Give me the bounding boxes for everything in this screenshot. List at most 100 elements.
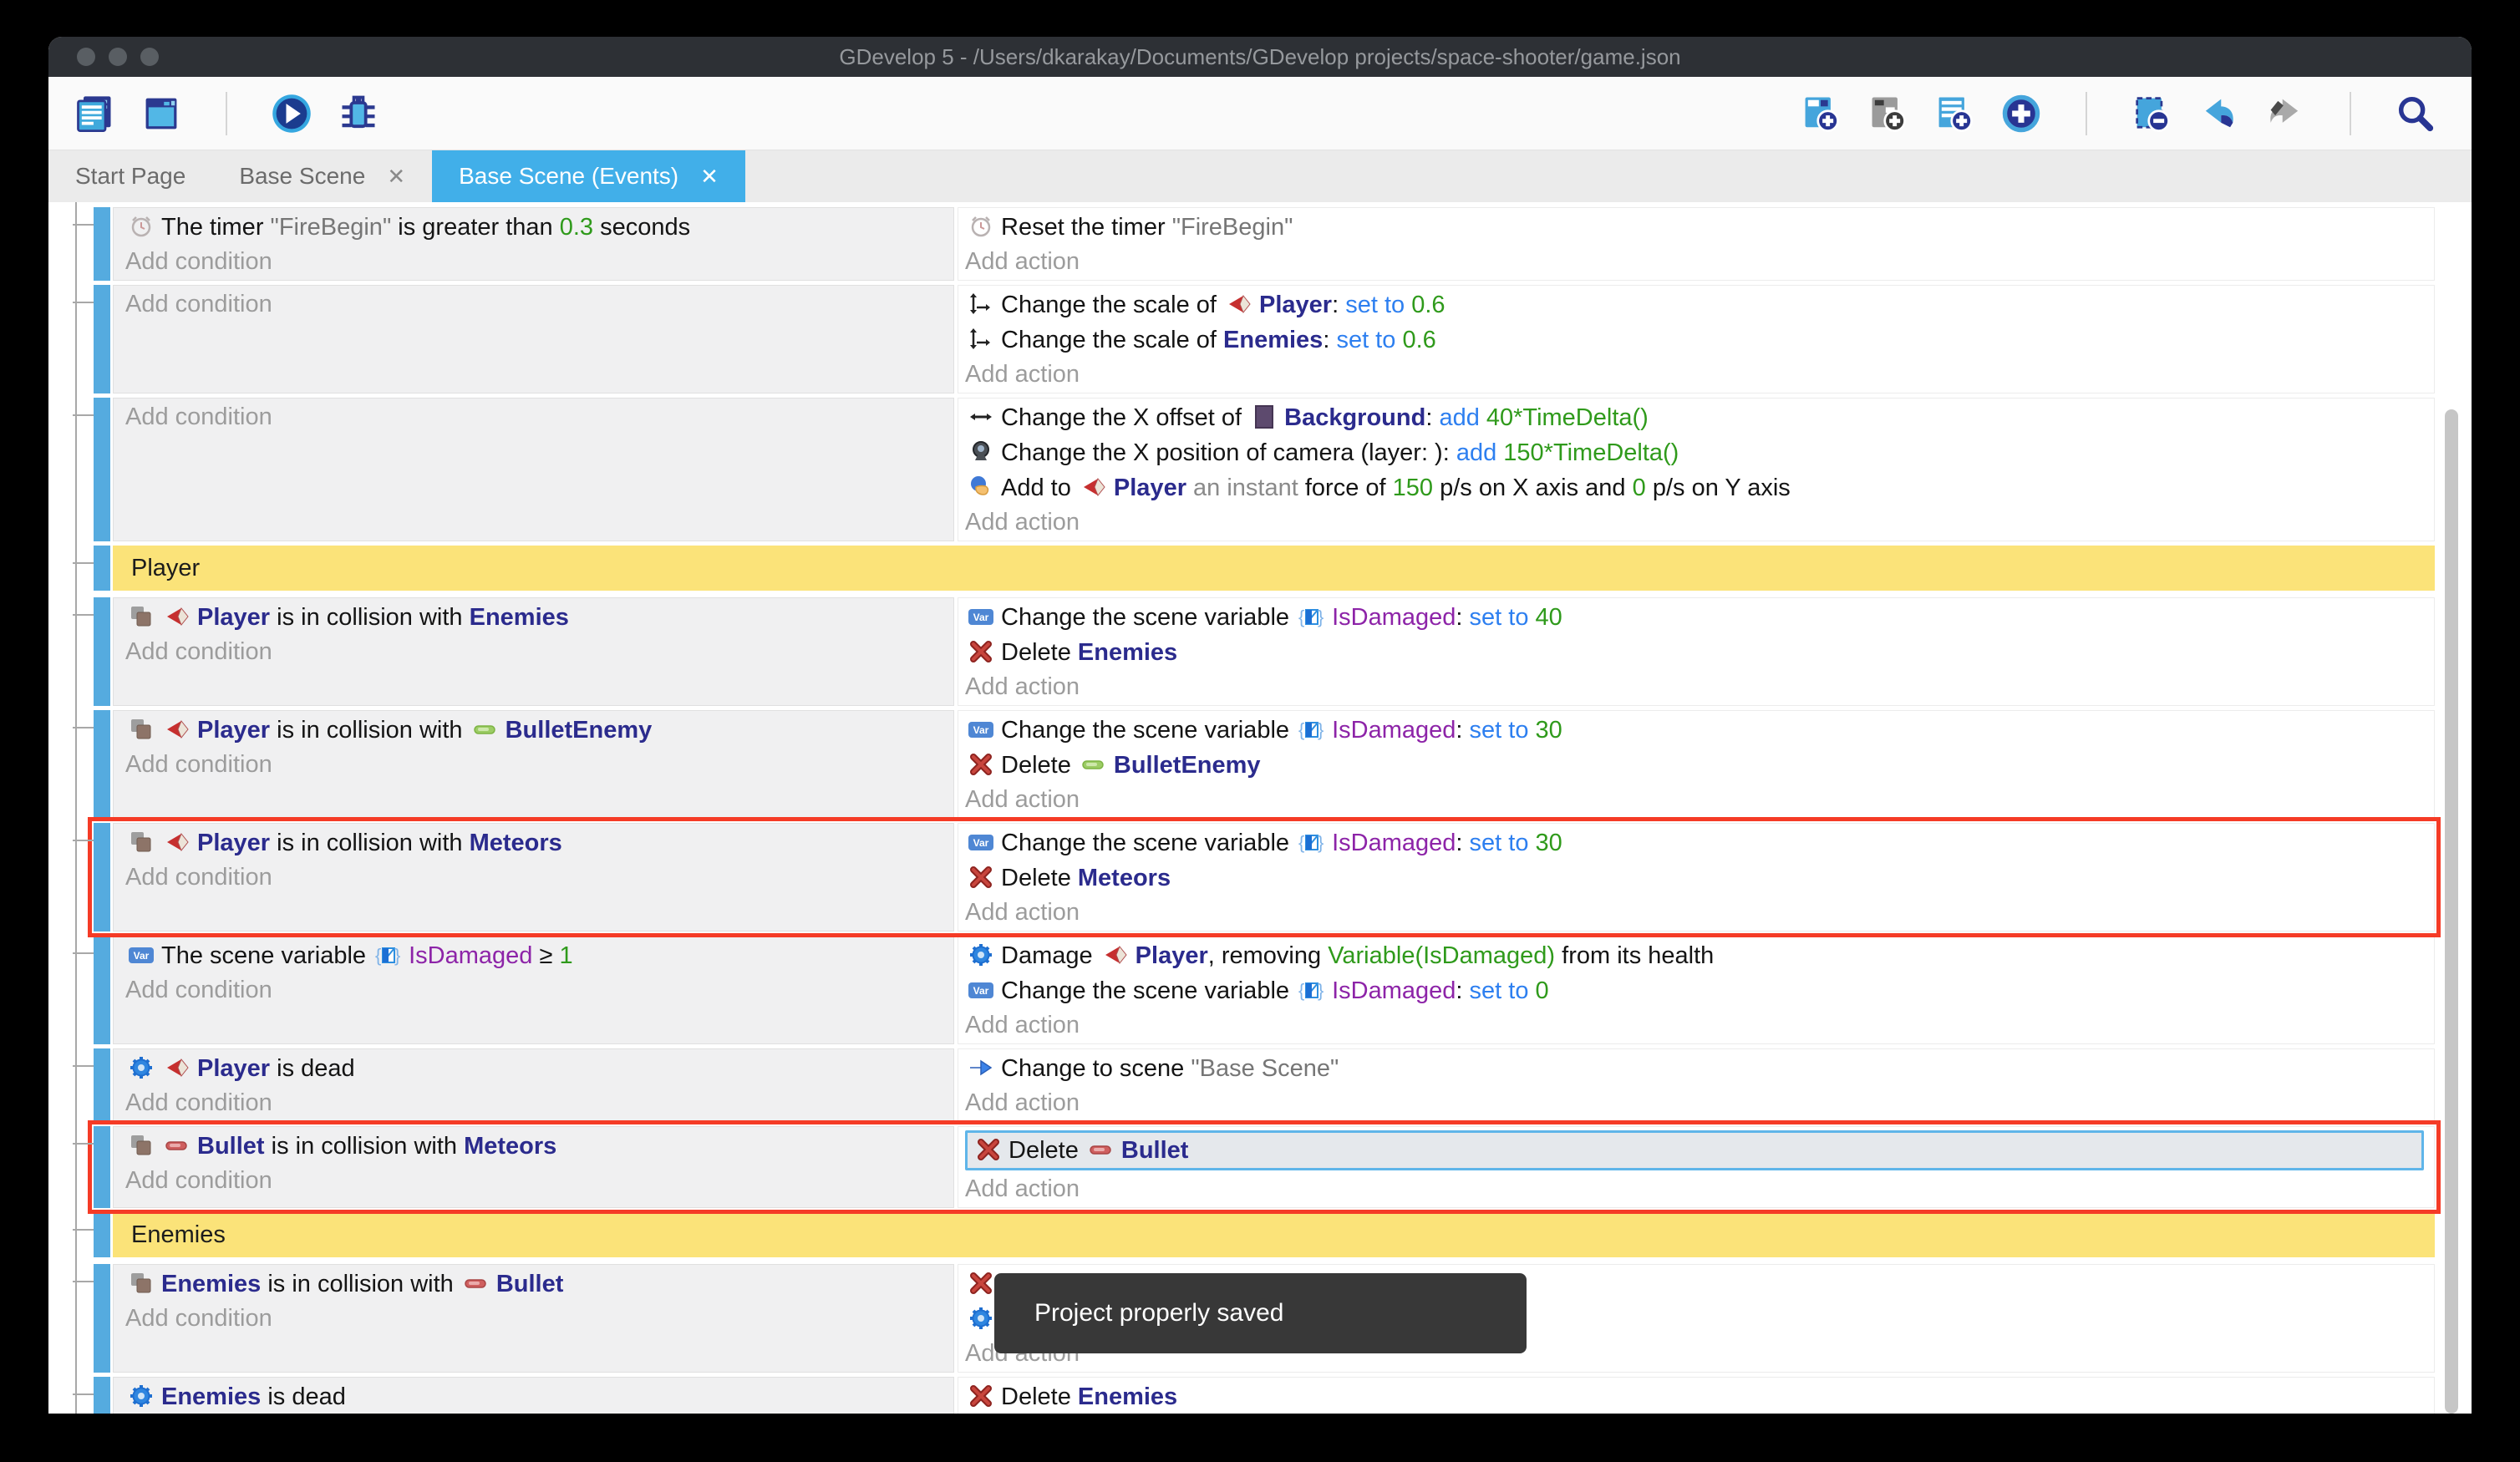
add-action-button[interactable]: Add action xyxy=(965,1172,2426,1206)
tab-start-page[interactable]: Start Page xyxy=(48,150,212,202)
actions-column[interactable]: Change to scene "Base Scene"Add action xyxy=(958,1048,2435,1122)
conditions-column[interactable]: Enemies is deadAdd condition xyxy=(113,1377,954,1414)
section-header-label[interactable]: Enemies xyxy=(113,1212,2435,1257)
add-condition-button[interactable]: Add condition xyxy=(125,1164,945,1197)
actions-column[interactable]: Change the scale of Player: set to 0.6Ch… xyxy=(958,285,2435,393)
event-row[interactable]: Player is deadAdd conditionChange to sce… xyxy=(94,1048,2435,1122)
vertical-scrollbar[interactable] xyxy=(2445,409,2458,1414)
add-action-button[interactable]: Add action xyxy=(965,1086,2426,1119)
event-row[interactable]: Player is in collision with EnemiesAdd c… xyxy=(94,597,2435,706)
event-condition[interactable]: Enemies is in collision with Bullet xyxy=(125,1267,945,1302)
add-circle-icon[interactable] xyxy=(1999,91,2044,136)
play-icon[interactable] xyxy=(269,91,314,136)
conditions-column[interactable]: Player is in collision with EnemiesAdd c… xyxy=(113,597,954,706)
scene-editor-window-icon[interactable] xyxy=(139,91,184,136)
event-action[interactable]: Delete Meteors xyxy=(965,860,2426,896)
event-condition[interactable]: Bullet is in collision with Meteors xyxy=(125,1129,945,1164)
tab-base-scene-events[interactable]: Base Scene (Events) ✕ xyxy=(432,150,745,202)
add-condition-button[interactable]: Add condition xyxy=(125,1302,945,1335)
event-row[interactable]: Player is in collision with BulletEnemyA… xyxy=(94,710,2435,819)
conditions-column[interactable]: Add condition xyxy=(113,398,954,541)
event-action[interactable]: Delete Bullet xyxy=(965,1130,2424,1170)
event-condition[interactable]: Player is in collision with Enemies xyxy=(125,600,945,635)
add-condition-button[interactable]: Add condition xyxy=(125,973,945,1007)
event-row[interactable]: The timer "FireBegin" is greater than 0.… xyxy=(94,207,2435,281)
add-action-button[interactable]: Add action xyxy=(965,245,2426,278)
event-condition[interactable]: Player is in collision with BulletEnemy xyxy=(125,713,945,748)
actions-column[interactable]: VarChange the scene variable {}IsDamaged… xyxy=(958,597,2435,706)
section-header-label[interactable]: Player xyxy=(113,546,2435,591)
event-action[interactable]: Change the X offset of Background: add 4… xyxy=(965,400,2426,435)
add-event-icon[interactable] xyxy=(1798,91,1843,136)
event-condition[interactable]: Enemies is dead xyxy=(125,1379,945,1414)
conditions-column[interactable]: The timer "FireBegin" is greater than 0.… xyxy=(113,207,954,281)
conditions-column[interactable]: Player is deadAdd condition xyxy=(113,1048,954,1122)
event-action[interactable]: VarChange the scene variable {}IsDamaged… xyxy=(965,825,2426,860)
undo-icon[interactable] xyxy=(2196,91,2241,136)
event-row[interactable]: Player is in collision with MeteorsAdd c… xyxy=(94,823,2435,932)
add-action-button[interactable]: Add action xyxy=(965,783,2426,816)
actions-column[interactable]: Reset the timer "FireBegin"Add action xyxy=(958,207,2435,281)
add-condition-button[interactable]: Add condition xyxy=(125,1086,945,1119)
event-condition[interactable]: The timer "FireBegin" is greater than 0.… xyxy=(125,210,945,245)
search-icon[interactable] xyxy=(2393,91,2438,136)
tab-close-icon[interactable]: ✕ xyxy=(700,164,719,190)
event-row[interactable]: Add condition Change the scale of Player:… xyxy=(94,285,2435,393)
add-condition-button[interactable]: Add condition xyxy=(125,245,945,278)
event-action[interactable]: Change the X position of camera (layer: … xyxy=(965,435,2426,470)
tab-base-scene[interactable]: Base Scene ✕ xyxy=(212,150,432,202)
add-condition-button[interactable]: Add condition xyxy=(125,400,945,434)
add-condition-button[interactable]: Add condition xyxy=(125,860,945,894)
event-action[interactable]: Add to Player an instant force of 150 p/… xyxy=(965,470,2426,505)
event-row[interactable]: Add condition Change the X offset of Back… xyxy=(94,398,2435,541)
remove-event-icon[interactable] xyxy=(2129,91,2174,136)
event-row[interactable]: Bullet is in collision with MeteorsAdd c… xyxy=(94,1126,2435,1208)
add-condition-button[interactable]: Add condition xyxy=(125,287,945,321)
event-row[interactable]: Enemies is deadAdd conditionDelete Enemi… xyxy=(94,1377,2435,1414)
actions-column[interactable]: Delete BulletAdd action xyxy=(958,1126,2435,1208)
event-action[interactable]: Delete Enemies xyxy=(965,635,2426,670)
add-action-button[interactable]: Add action xyxy=(965,670,2426,703)
event-action[interactable]: Damage Player, removing Variable(IsDamag… xyxy=(965,938,2426,973)
actions-column[interactable]: VarChange the scene variable {}IsDamaged… xyxy=(958,710,2435,819)
add-subevent-icon[interactable] xyxy=(1932,91,1977,136)
add-comment-icon[interactable] xyxy=(1865,91,1910,136)
actions-column[interactable]: VarChange the scene variable {}IsDamaged… xyxy=(958,823,2435,932)
tab-close-icon[interactable]: ✕ xyxy=(387,164,405,190)
conditions-column[interactable]: VarThe scene variable {}IsDamaged ≥ 1Add… xyxy=(113,936,954,1044)
conditions-column[interactable]: Add condition xyxy=(113,285,954,393)
actions-column[interactable]: Delete EnemiesAdd action xyxy=(958,1377,2435,1414)
event-action[interactable]: Change the scale of Player: set to 0.6 xyxy=(965,287,2426,322)
add-action-button[interactable]: Add action xyxy=(965,505,2426,539)
event-action[interactable]: Change to scene "Base Scene" xyxy=(965,1051,2426,1086)
event-condition[interactable]: Player is dead xyxy=(125,1051,945,1086)
event-action[interactable]: VarChange the scene variable {}IsDamaged… xyxy=(965,600,2426,635)
event-condition[interactable]: Player is in collision with Meteors xyxy=(125,825,945,860)
event-action[interactable]: Change the scale of Enemies: set to 0.6 xyxy=(965,322,2426,358)
debug-icon[interactable] xyxy=(336,91,381,136)
window-minimize-button[interactable] xyxy=(109,48,127,66)
add-condition-button[interactable]: Add condition xyxy=(125,635,945,668)
redo-icon[interactable] xyxy=(2263,91,2308,136)
event-row[interactable]: VarThe scene variable {}IsDamaged ≥ 1Add… xyxy=(94,936,2435,1044)
event-action[interactable]: VarChange the scene variable {}IsDamaged… xyxy=(965,973,2426,1008)
conditions-column[interactable]: Player is in collision with BulletEnemyA… xyxy=(113,710,954,819)
event-condition[interactable]: VarThe scene variable {}IsDamaged ≥ 1 xyxy=(125,938,945,973)
actions-column[interactable]: Damage Player, removing Variable(IsDamag… xyxy=(958,936,2435,1044)
conditions-column[interactable]: Player is in collision with MeteorsAdd c… xyxy=(113,823,954,932)
project-manager-icon[interactable] xyxy=(72,91,117,136)
add-action-button[interactable]: Add action xyxy=(965,896,2426,929)
event-action[interactable]: VarChange the scene variable {}IsDamaged… xyxy=(965,713,2426,748)
actions-column[interactable]: Change the X offset of Background: add 4… xyxy=(958,398,2435,541)
add-action-button[interactable]: Add action xyxy=(965,358,2426,391)
event-action[interactable]: Delete Enemies xyxy=(965,1379,2426,1414)
add-action-button[interactable]: Add action xyxy=(965,1008,2426,1042)
section-header-row[interactable]: Enemies xyxy=(94,1212,2435,1257)
conditions-column[interactable]: Bullet is in collision with MeteorsAdd c… xyxy=(113,1126,954,1208)
add-condition-button[interactable]: Add condition xyxy=(125,748,945,781)
section-header-row[interactable]: Player xyxy=(94,546,2435,591)
window-close-button[interactable] xyxy=(77,48,95,66)
window-zoom-button[interactable] xyxy=(140,48,159,66)
conditions-column[interactable]: Enemies is in collision with BulletAdd c… xyxy=(113,1264,954,1373)
event-action[interactable]: Reset the timer "FireBegin" xyxy=(965,210,2426,245)
